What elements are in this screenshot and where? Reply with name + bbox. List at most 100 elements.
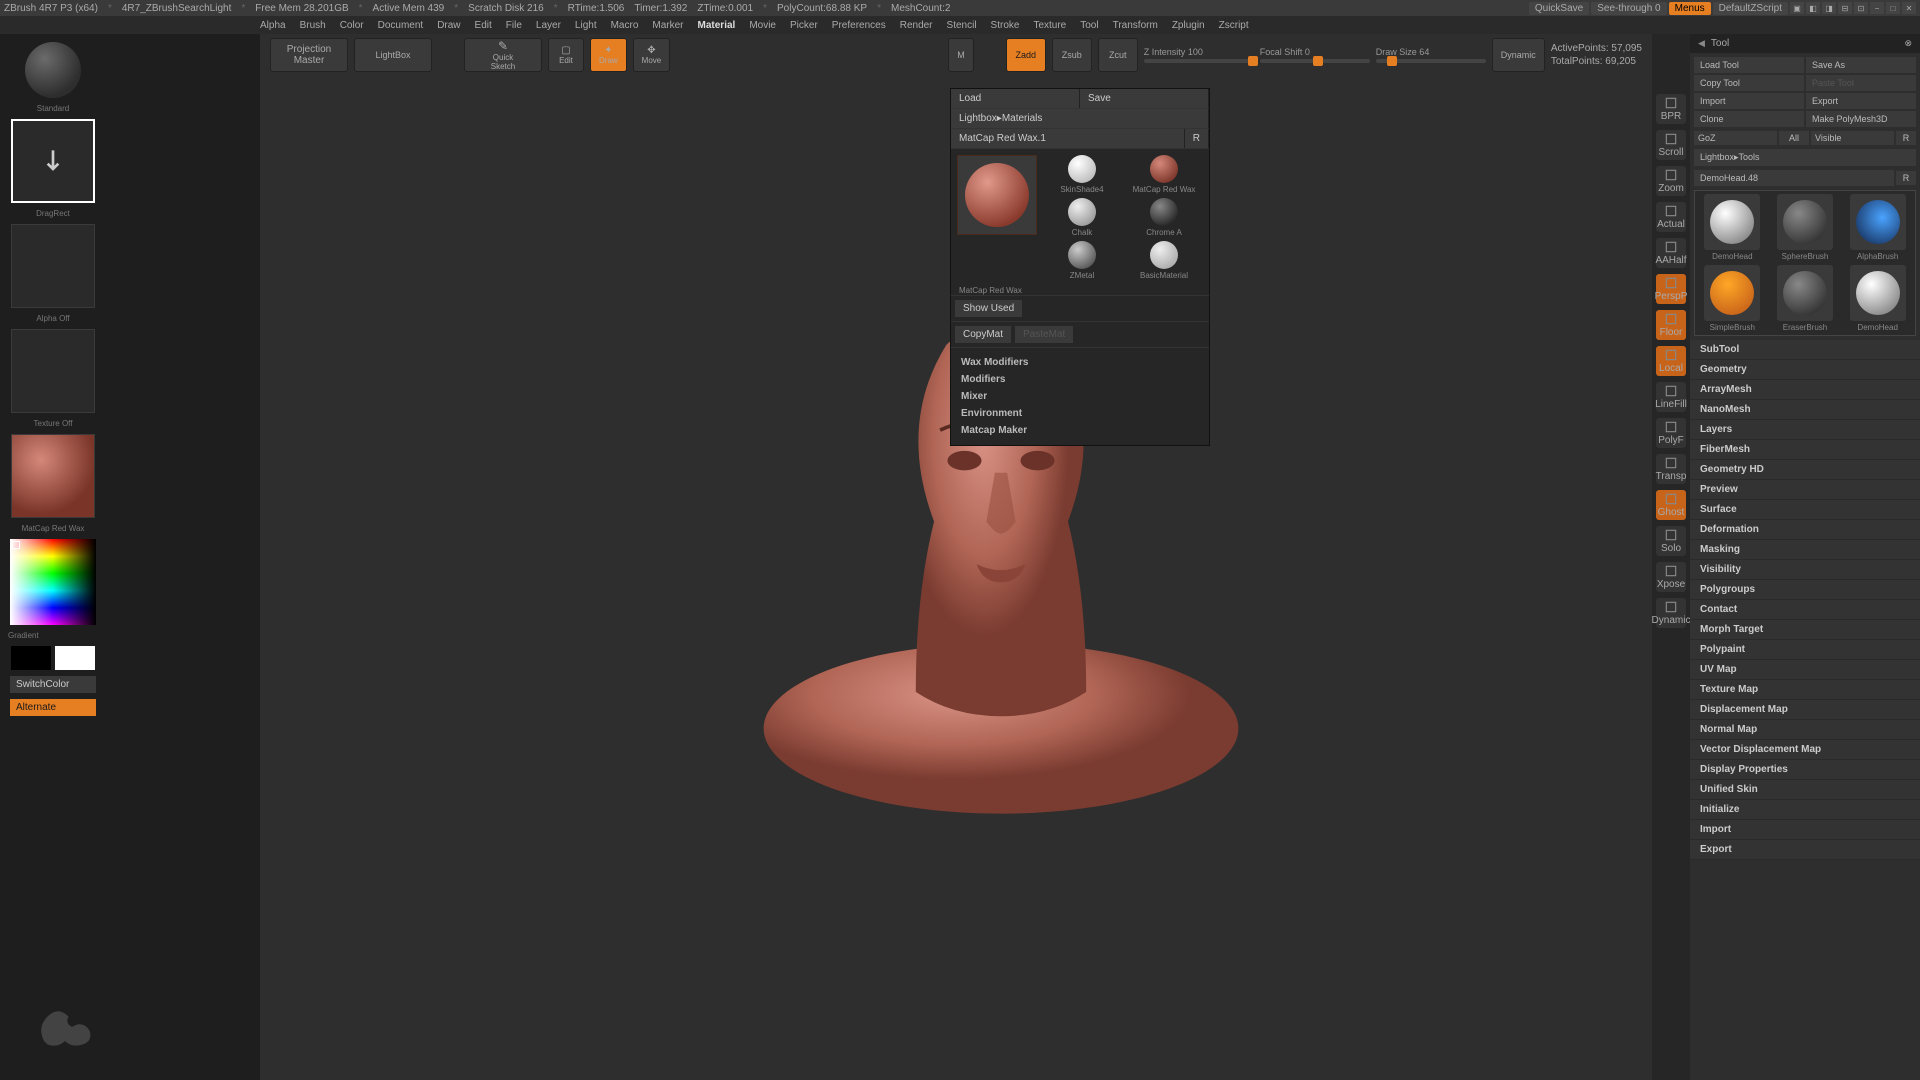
- tool-section-deformation[interactable]: Deformation: [1690, 520, 1920, 540]
- menu-brush[interactable]: Brush: [300, 20, 326, 31]
- mat-submenu-environment[interactable]: Environment: [961, 405, 1199, 422]
- zadd-button[interactable]: Zadd: [1006, 38, 1046, 72]
- tool-section-uv-map[interactable]: UV Map: [1690, 660, 1920, 680]
- strip-aahalf[interactable]: AAHalf: [1656, 238, 1686, 268]
- draw-button[interactable]: ✦Draw: [590, 38, 627, 72]
- mat-load-button[interactable]: Load: [951, 89, 1080, 108]
- quicksave-button[interactable]: QuickSave: [1529, 2, 1589, 15]
- pastemat-button[interactable]: PasteMat: [1015, 326, 1073, 343]
- tool-section-geometry-hd[interactable]: Geometry HD: [1690, 460, 1920, 480]
- zcut-button[interactable]: Zcut: [1098, 38, 1138, 72]
- mat-submenu-mixer[interactable]: Mixer: [961, 388, 1199, 405]
- tool-section-geometry[interactable]: Geometry: [1690, 360, 1920, 380]
- goz-button[interactable]: GoZ: [1694, 131, 1777, 145]
- tool-section-texture-map[interactable]: Texture Map: [1690, 680, 1920, 700]
- material-swatch-zmetal[interactable]: ZMetal: [1043, 241, 1121, 280]
- menu-edit[interactable]: Edit: [475, 20, 492, 31]
- menu-texture[interactable]: Texture: [1033, 20, 1066, 31]
- menu-preferences[interactable]: Preferences: [832, 20, 886, 31]
- strip-local[interactable]: Local: [1656, 346, 1686, 376]
- tool-r-button[interactable]: R: [1896, 171, 1916, 185]
- menu-document[interactable]: Document: [378, 20, 424, 31]
- copymat-button[interactable]: CopyMat: [955, 326, 1011, 343]
- menu-file[interactable]: File: [506, 20, 522, 31]
- tool-section-import[interactable]: Import: [1690, 820, 1920, 840]
- zsub-button[interactable]: Zsub: [1052, 38, 1092, 72]
- tool-section-subtool[interactable]: SubTool: [1690, 340, 1920, 360]
- win-icon-1[interactable]: ▣: [1790, 2, 1804, 14]
- tool-brush-demohead[interactable]: DemoHead: [1843, 265, 1912, 332]
- win-icon-4[interactable]: ⊟: [1838, 2, 1852, 14]
- tool-section-surface[interactable]: Surface: [1690, 500, 1920, 520]
- focal-shift-slider[interactable]: Focal Shift 0: [1260, 47, 1370, 63]
- tool-section-initialize[interactable]: Initialize: [1690, 800, 1920, 820]
- strip-xpose[interactable]: Xpose: [1656, 562, 1686, 592]
- mat-r-button[interactable]: R: [1185, 129, 1209, 148]
- material-swatch-current[interactable]: [957, 155, 1037, 235]
- menu-stroke[interactable]: Stroke: [991, 20, 1020, 31]
- tool-section-vector-displacement-map[interactable]: Vector Displacement Map: [1690, 740, 1920, 760]
- strip-scroll[interactable]: Scroll: [1656, 130, 1686, 160]
- dynamic-button[interactable]: Dynamic: [1492, 38, 1545, 72]
- mat-submenu-wax-modifiers[interactable]: Wax Modifiers: [961, 354, 1199, 371]
- material-swatch-basic[interactable]: BasicMaterial: [1125, 241, 1203, 280]
- material-slot[interactable]: [11, 434, 95, 518]
- tool-brush-simplebrush[interactable]: SimpleBrush: [1698, 265, 1767, 332]
- material-swatch-redwax2[interactable]: MatCap Red Wax: [1125, 155, 1203, 194]
- export-button[interactable]: Export: [1806, 93, 1916, 109]
- tool-section-polypaint[interactable]: Polypaint: [1690, 640, 1920, 660]
- menu-layer[interactable]: Layer: [536, 20, 561, 31]
- quicksketch-button[interactable]: ✎Quick Sketch: [464, 38, 542, 72]
- strip-actual[interactable]: Actual: [1656, 202, 1686, 232]
- texture-slot[interactable]: [11, 329, 95, 413]
- tool-section-unified-skin[interactable]: Unified Skin: [1690, 780, 1920, 800]
- goz-r-button[interactable]: R: [1896, 131, 1916, 145]
- strip-zoom[interactable]: Zoom: [1656, 166, 1686, 196]
- edit-button[interactable]: ▢Edit: [548, 38, 584, 72]
- alternate-button[interactable]: Alternate: [10, 699, 96, 716]
- lightbox-button[interactable]: LightBox: [354, 38, 432, 72]
- strip-dynamic[interactable]: Dynamic: [1656, 598, 1686, 628]
- draw-size-slider[interactable]: Draw Size 64: [1376, 47, 1486, 63]
- import-button[interactable]: Import: [1694, 93, 1804, 109]
- tool-section-normal-map[interactable]: Normal Map: [1690, 720, 1920, 740]
- tool-brush-alphabrush[interactable]: AlphaBrush: [1843, 194, 1912, 261]
- material-swatch-skinshade[interactable]: SkinShade4: [1043, 155, 1121, 194]
- menu-light[interactable]: Light: [575, 20, 597, 31]
- color-black[interactable]: [11, 646, 51, 670]
- tool-section-polygroups[interactable]: Polygroups: [1690, 580, 1920, 600]
- tool-brush-demohead[interactable]: DemoHead: [1698, 194, 1767, 261]
- strip-perspp[interactable]: PerspP: [1656, 274, 1686, 304]
- brush-preview[interactable]: [25, 42, 81, 98]
- projection-master-button[interactable]: Projection Master: [270, 38, 348, 72]
- mat-submenu-matcap-maker[interactable]: Matcap Maker: [961, 422, 1199, 439]
- menu-material[interactable]: Material: [698, 20, 736, 31]
- menu-color[interactable]: Color: [340, 20, 364, 31]
- tool-section-contact[interactable]: Contact: [1690, 600, 1920, 620]
- menu-picker[interactable]: Picker: [790, 20, 818, 31]
- strip-polyf[interactable]: PolyF: [1656, 418, 1686, 448]
- menu-tool[interactable]: Tool: [1080, 20, 1098, 31]
- strip-solo[interactable]: Solo: [1656, 526, 1686, 556]
- copy-tool-button[interactable]: Copy Tool: [1694, 75, 1804, 91]
- close-icon[interactable]: ✕: [1902, 2, 1916, 14]
- tool-section-arraymesh[interactable]: ArrayMesh: [1690, 380, 1920, 400]
- alpha-slot[interactable]: [11, 224, 95, 308]
- menu-movie[interactable]: Movie: [749, 20, 776, 31]
- goz-all-button[interactable]: All: [1779, 131, 1809, 145]
- m-button[interactable]: M: [948, 38, 974, 72]
- seethrough-slider[interactable]: See-through 0: [1591, 2, 1666, 15]
- material-swatch-chalk[interactable]: Chalk: [1043, 198, 1121, 237]
- menu-macro[interactable]: Macro: [611, 20, 639, 31]
- win-icon-3[interactable]: ◨: [1822, 2, 1836, 14]
- menu-alpha[interactable]: Alpha: [260, 20, 286, 31]
- move-button[interactable]: ✥Move: [633, 38, 671, 72]
- strip-linefill[interactable]: LineFill: [1656, 382, 1686, 412]
- material-swatch-chrome[interactable]: Chrome A: [1125, 198, 1203, 237]
- menus-toggle[interactable]: Menus: [1669, 2, 1711, 15]
- paste-tool-button[interactable]: Paste Tool: [1806, 75, 1916, 91]
- tool-brush-spherebrush[interactable]: SphereBrush: [1771, 194, 1840, 261]
- strip-transp[interactable]: Transp: [1656, 454, 1686, 484]
- menu-draw[interactable]: Draw: [437, 20, 460, 31]
- color-white[interactable]: [55, 646, 95, 670]
